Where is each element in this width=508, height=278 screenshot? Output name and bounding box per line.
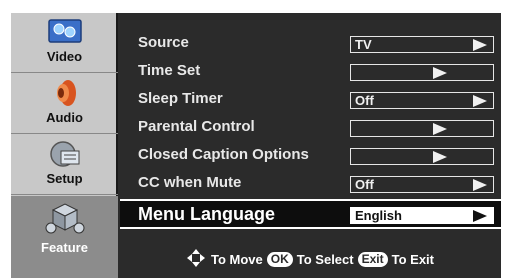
menu-row-parental-control[interactable]: Parental Control [120,114,501,142]
sidebar-item-label: Feature [41,240,88,255]
arrow-right-icon [433,67,447,79]
exit-key-badge: Exit [357,252,388,267]
arrow-right-icon [433,123,447,135]
video-icon [47,17,82,47]
menu-row-label: Sleep Timer [138,90,223,107]
arrow-right-icon [473,210,487,222]
menu-row-label: Menu Language [138,204,276,224]
parental-control-submenu[interactable] [350,120,494,137]
menu-row-closed-caption[interactable]: Closed Caption Options [120,142,501,170]
menu-row-sleep-timer[interactable]: Sleep Timer Off [120,86,501,114]
settings-panel: Source TV Time Set Sleep Timer Off Paren… [120,13,501,278]
menu-row-label: Closed Caption Options [138,146,309,163]
ok-key-badge: OK [266,252,293,267]
sidebar-item-audio[interactable]: Audio [11,74,118,134]
menu-row-label: Source [138,34,189,51]
cc-when-mute-selector[interactable]: Off [350,176,494,193]
four-way-arrow-icon [187,249,205,270]
menu-row-label: CC when Mute [138,174,242,191]
sidebar-item-video[interactable]: Video [11,13,118,73]
menu-language-value: English [355,208,402,223]
sleep-timer-selector[interactable]: Off [350,92,494,109]
arrow-right-icon [433,151,447,163]
sleep-timer-value: Off [355,93,374,108]
time-set-submenu[interactable] [350,64,494,81]
source-selector[interactable]: TV [350,36,494,53]
sidebar-item-label: Audio [46,110,83,125]
menu-row-label: Parental Control [138,118,255,135]
sidebar-item-feature[interactable]: Feature [11,196,118,278]
arrow-right-icon [473,95,487,107]
navigation-hints: To Move OK To Select Exit To Exit [120,241,501,278]
menu-language-selector[interactable]: English [350,207,494,224]
arrow-right-icon [473,39,487,51]
closed-caption-submenu[interactable] [350,148,494,165]
osd-menu: Video Audio Setup Feature Source TV Time… [11,13,501,278]
arrow-right-icon [473,179,487,191]
menu-row-cc-when-mute[interactable]: CC when Mute Off [120,170,501,198]
sidebar-item-label: Video [46,49,83,64]
setup-icon [48,139,82,169]
menu-row-time-set[interactable]: Time Set [120,58,501,86]
exit-hint-text: To Exit [391,252,434,267]
source-value: TV [355,37,372,52]
menu-row-label: Time Set [138,62,201,79]
sidebar-item-setup[interactable]: Setup [11,135,118,195]
category-sidebar: Video Audio Setup Feature [11,13,118,278]
menu-row-menu-language[interactable]: Menu Language English [120,199,501,229]
sidebar-item-label: Setup [46,171,83,186]
menu-row-source[interactable]: Source TV [120,30,501,58]
feature-icon [45,200,85,238]
speaker-icon [48,78,82,108]
select-hint-text: To Select [296,252,354,267]
cc-when-mute-value: Off [355,177,374,192]
move-hint-text: To Move [211,252,263,267]
